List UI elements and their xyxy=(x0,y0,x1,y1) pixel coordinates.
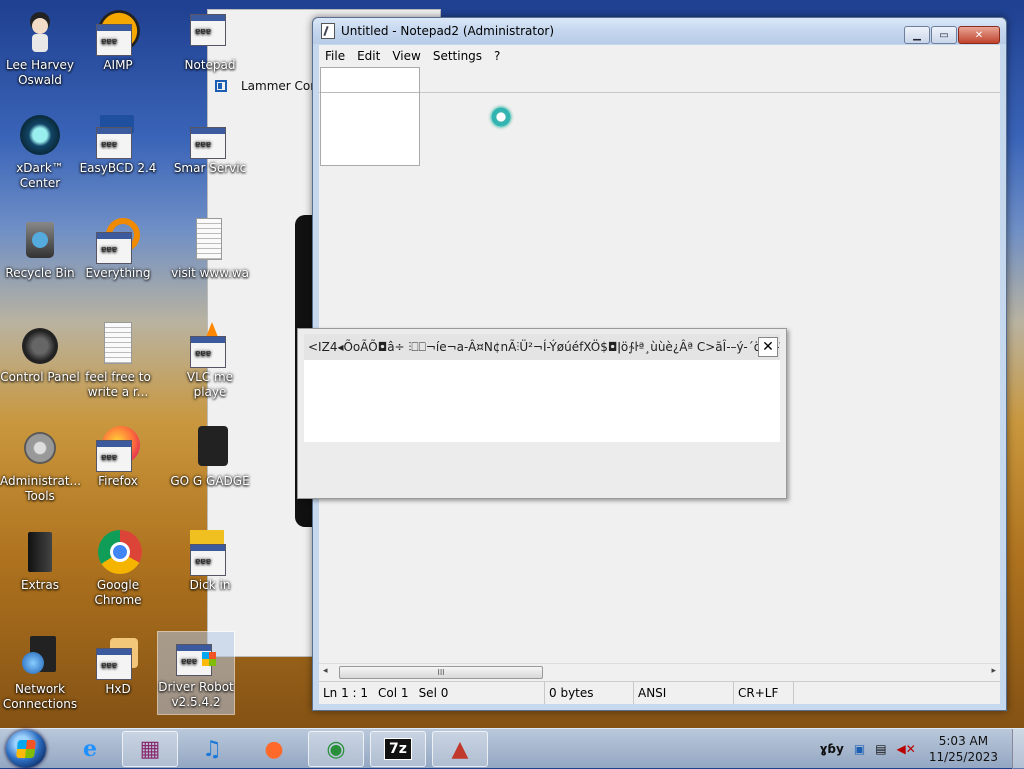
message-panel[interactable]: <IZ4◂ÕoÃÕ◘â÷ ⫶⎕⎕¬íe¬a-Â¤N¢nÃ⫶Ü²¬Í-ÝøúéfX… xyxy=(297,328,787,499)
minimize-button[interactable]: ▁ xyxy=(904,26,930,44)
desktop-icon-xdark-center[interactable]: xDark™ Center xyxy=(0,113,80,191)
loading-spinner-icon xyxy=(491,107,511,127)
menu-settings[interactable]: Settings xyxy=(427,49,488,63)
desktop-icon-driver-robot[interactable]: Driver Robot v2.5.4.2 xyxy=(157,631,235,715)
menu-help[interactable]: ? xyxy=(488,49,506,63)
firefox-icon[interactable]: ● xyxy=(246,731,302,767)
start-button[interactable] xyxy=(6,730,46,768)
scroll-left-icon[interactable]: ◂ xyxy=(323,666,328,676)
language-indicator[interactable]: ɣɓy xyxy=(820,742,844,756)
status-size: 0 bytes xyxy=(545,682,634,704)
desktop-icon-smart-service[interactable]: Smar Servic xyxy=(152,113,246,176)
show-desktop-button[interactable] xyxy=(1012,729,1024,769)
desktop-icon-google-chrome[interactable]: Google Chrome xyxy=(78,530,158,608)
desktop-icon-network-connections[interactable]: Network Connections xyxy=(0,634,80,712)
7zip-icon[interactable]: 7z xyxy=(370,731,426,767)
app-icon xyxy=(170,530,226,576)
app-icon xyxy=(215,80,227,92)
close-button[interactable]: ✕ xyxy=(958,26,1000,44)
desktop-icon-control-panel[interactable]: Control Panel xyxy=(0,322,80,385)
menu-file[interactable]: File xyxy=(319,49,351,63)
desktop-icon-extras[interactable]: Extras xyxy=(0,530,80,593)
desktop-icon-hxd[interactable]: HxD xyxy=(78,634,158,697)
menu-edit[interactable]: Edit xyxy=(351,49,386,63)
aimp-icon xyxy=(96,10,140,56)
internet-explorer-icon[interactable]: e xyxy=(62,731,118,767)
status-line-ending[interactable]: CR+LF xyxy=(734,682,794,704)
toolbar-divider xyxy=(319,92,1000,93)
vlc-icon xyxy=(170,322,226,368)
status-position: Ln 1 : 1 Col 1 Sel 0 xyxy=(319,682,545,704)
network-tray-icon[interactable]: ▣ xyxy=(854,742,865,756)
desktop-icon-recycle-bin[interactable]: Recycle Bin xyxy=(0,218,80,281)
desktop-icon-firefox[interactable]: Firefox xyxy=(78,426,158,489)
window-title: Untitled - Notepad2 (Administrator) xyxy=(341,24,555,38)
scrollbar-thumb[interactable]: III xyxy=(339,666,543,679)
window-controls: ▁ ▭ ✕ xyxy=(903,26,1000,44)
taskbar: e ▦ ♫ ● ◉ 7z ▲ ɣɓy ▣ ▤ ◀✕ 5:03 AM 11/25/… xyxy=(0,728,1024,769)
desktop-icon-everything[interactable]: Everything xyxy=(78,218,158,281)
winrar-icon[interactable]: ▦ xyxy=(122,731,178,767)
desktop-icon-notepad[interactable]: Notepad xyxy=(152,10,236,73)
character-icon xyxy=(18,10,62,54)
hxd-icon xyxy=(96,634,140,680)
easybcd-icon xyxy=(96,113,140,159)
document-icon xyxy=(96,322,140,366)
network-icon xyxy=(18,634,62,678)
xdark-icon xyxy=(18,113,62,157)
menu-view[interactable]: View xyxy=(386,49,426,63)
paint-icon[interactable]: ▲ xyxy=(432,731,488,767)
chrome-icon[interactable]: ◉ xyxy=(308,731,364,767)
desktop-icon-vlc[interactable]: VLC me playe xyxy=(152,322,233,400)
side-window-item[interactable]: Lammer Cont xyxy=(215,79,323,93)
close-icon[interactable]: ✕ xyxy=(758,337,778,357)
desktop-icon-lee-harvey-oswald[interactable]: Lee Harvey Oswald xyxy=(0,10,80,88)
side-window-label: Lammer Cont xyxy=(241,79,323,93)
clock-date: 11/25/2023 xyxy=(928,750,998,764)
driver-robot-icon xyxy=(174,632,218,676)
firefox-icon xyxy=(96,426,140,472)
notepad-icon xyxy=(321,23,335,39)
gadget-icon xyxy=(170,426,228,470)
desktop-icon-easybcd[interactable]: EasyBCD 2.4 xyxy=(78,113,158,176)
notepad-icon xyxy=(170,10,226,54)
chrome-icon xyxy=(96,530,142,574)
everything-icon xyxy=(96,218,140,264)
document-icon xyxy=(170,218,222,262)
clock[interactable]: 5:03 AM 11/25/2023 xyxy=(929,733,998,765)
desktop-icon-visit[interactable]: visit www.wa xyxy=(152,218,249,281)
control-panel-icon xyxy=(18,322,62,366)
clock-time: 5:03 AM xyxy=(938,734,989,748)
music-icon[interactable]: ♫ xyxy=(184,731,240,767)
desktop-icon-aimp[interactable]: AIMP xyxy=(78,10,158,73)
system-tray: ɣɓy ▣ ▤ ◀✕ 5:03 AM 11/25/2023 xyxy=(815,729,1024,769)
desktop-icon-feel-free[interactable]: feel free to write a r... xyxy=(78,322,158,400)
service-icon xyxy=(170,113,226,159)
panel-text: <IZ4◂ÕoÃÕ◘â÷ ⫶⎕⎕¬íe¬a-Â¤N¢nÃ⫶Ü²¬Í-ÝøúéfX… xyxy=(304,334,780,360)
desktop-icon-dick-in[interactable]: Dick in xyxy=(152,530,232,593)
devices-tray-icon[interactable]: ▤ xyxy=(875,742,886,756)
folder-icon xyxy=(18,530,62,574)
menu-bar: File Edit View Settings ? xyxy=(319,45,1000,67)
maximize-button[interactable]: ▭ xyxy=(931,26,957,44)
panel-body xyxy=(304,360,780,442)
desktop-icon-administrative-tools[interactable]: Administrat... Tools xyxy=(0,426,81,504)
horizontal-scrollbar[interactable]: ◂ III ▸ xyxy=(319,663,1000,680)
scroll-right-icon[interactable]: ▸ xyxy=(991,666,996,676)
desktop-icon-gadgets[interactable]: GO G GADGE xyxy=(152,426,250,489)
recycle-bin-icon xyxy=(18,218,62,262)
status-encoding[interactable]: ANSI xyxy=(634,682,734,704)
volume-muted-icon[interactable]: ◀✕ xyxy=(897,742,916,756)
status-bar: Ln 1 : 1 Col 1 Sel 0 0 bytes ANSI CR+LF xyxy=(319,681,1000,704)
gear-icon xyxy=(18,426,62,470)
dropdown-list[interactable] xyxy=(320,67,420,166)
